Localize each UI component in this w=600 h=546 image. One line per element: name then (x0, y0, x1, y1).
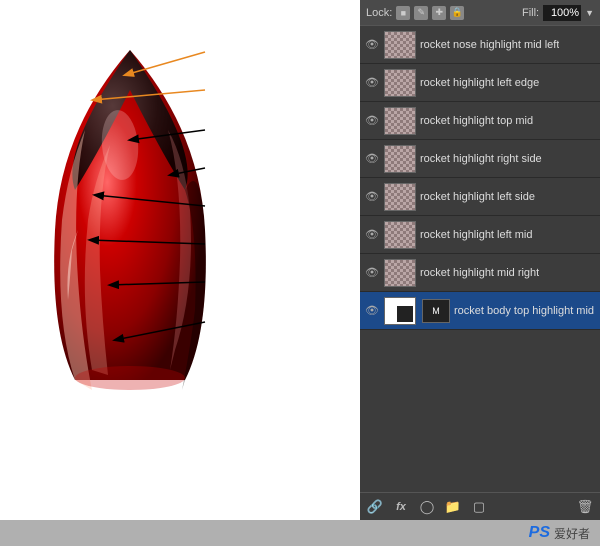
layer-visibility-icon[interactable]: 👁 (364, 303, 380, 319)
new-layer-icon[interactable]: ▢ (470, 498, 488, 516)
layer-name-label: rocket highlight left mid (420, 229, 533, 241)
layer-visibility-icon[interactable]: 👁 (364, 265, 380, 281)
layer-mask-thumbnail: M (422, 299, 450, 323)
rocket-area (20, 30, 320, 510)
brush-icon[interactable]: ✎ (414, 6, 428, 20)
ps-site-text: 爱好者 (554, 525, 590, 542)
layer-thumbnail (384, 259, 416, 287)
layer-name-label: rocket highlight mid right (420, 267, 539, 279)
layer-name-label: rocket highlight left side (420, 191, 535, 203)
layer-row[interactable]: 👁 rocket highlight left side (360, 178, 600, 216)
move-icon[interactable]: ✚ (432, 6, 446, 20)
layer-thumbnail (384, 221, 416, 249)
layer-row[interactable]: 👁 rocket highlight top mid (360, 102, 600, 140)
layer-thumbnail (384, 183, 416, 211)
lock-icon[interactable]: ■ (396, 6, 410, 20)
layer-row[interactable]: 👁 rocket highlight right side (360, 140, 600, 178)
fill-dropdown-icon[interactable]: ▼ (585, 8, 594, 18)
layer-visibility-icon[interactable]: 👁 (364, 227, 380, 243)
fx-icon[interactable]: fx (392, 498, 410, 516)
layer-row[interactable]: 👁 rocket highlight left edge (360, 64, 600, 102)
layer-name-label: rocket body top highlight mid (454, 305, 594, 317)
delete-icon[interactable]: 🗑 (576, 498, 594, 516)
layer-visibility-icon[interactable]: 👁 (364, 113, 380, 129)
fill-input[interactable] (543, 5, 581, 21)
lock-bar: Lock: ■ ✎ ✚ 🔒 Fill: ▼ (360, 0, 600, 26)
layer-visibility-icon[interactable]: 👁 (364, 37, 380, 53)
left-panel (0, 0, 360, 520)
adjustment-icon[interactable]: ◯ (418, 498, 436, 516)
link-icon[interactable]: 🔗 (366, 498, 384, 516)
layer-visibility-icon[interactable]: 👁 (364, 189, 380, 205)
layer-visibility-icon[interactable]: 👁 (364, 75, 380, 91)
layer-row[interactable]: 👁 Mrocket body top highlight mid (360, 292, 600, 330)
ps-watermark: PS 爱好者 (360, 520, 600, 546)
lock-label: Lock: (366, 7, 392, 19)
layer-bottom-bar: 🔗 fx ◯ 📁 ▢ 🗑 (360, 492, 600, 520)
lock-all-icon[interactable]: 🔒 (450, 6, 464, 20)
right-panel: Lock: ■ ✎ ✚ 🔒 Fill: ▼ 👁 rocket nose highl… (360, 0, 600, 520)
layer-name-label: rocket nose highlight mid left (420, 39, 559, 51)
layer-name-label: rocket highlight top mid (420, 115, 533, 127)
fill-label: Fill: (522, 7, 539, 19)
layer-row[interactable]: 👁 rocket nose highlight mid left (360, 26, 600, 64)
layer-row[interactable]: 👁 rocket highlight left mid (360, 216, 600, 254)
layer-name-label: rocket highlight right side (420, 153, 542, 165)
layer-name-label: rocket highlight left edge (420, 77, 539, 89)
layer-thumbnail (384, 145, 416, 173)
fill-area: Fill: ▼ (522, 5, 594, 21)
folder-icon[interactable]: 📁 (444, 498, 462, 516)
ps-logo: PS (529, 524, 550, 542)
layer-thumbnail (384, 297, 416, 325)
layer-thumbnail (384, 31, 416, 59)
layer-thumbnail (384, 69, 416, 97)
layer-thumbnail (384, 107, 416, 135)
layers-container: 👁 rocket nose highlight mid left 👁 rocket h… (360, 26, 600, 330)
layer-row[interactable]: 👁 rocket highlight mid right (360, 254, 600, 292)
layer-visibility-icon[interactable]: 👁 (364, 151, 380, 167)
